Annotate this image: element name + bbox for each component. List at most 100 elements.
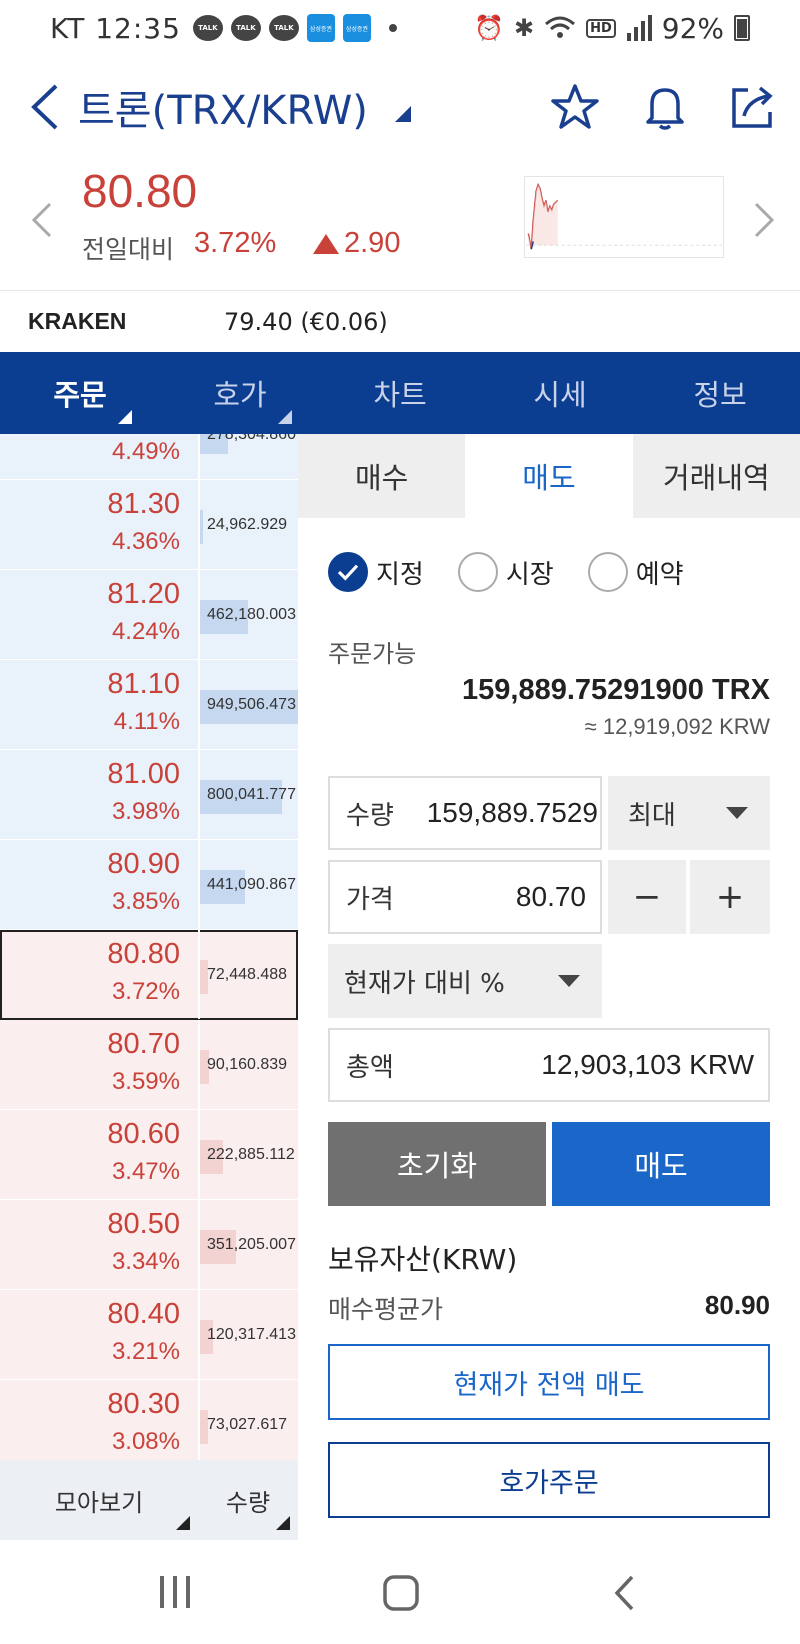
quantity-label: 수량 <box>346 800 394 831</box>
orderbook-quantity: 222,885.112 <box>207 1146 295 1163</box>
tab-sell[interactable]: 매도 <box>465 434 633 518</box>
available-trx: 159,889.75291900 TRX <box>462 674 770 706</box>
total-field[interactable]: 총액 12,903,103 KRW <box>328 1028 770 1102</box>
back-icon[interactable] <box>612 1574 638 1612</box>
order-type-label: 지정 <box>376 559 424 590</box>
orderbook-quantity: 72,448.488 <box>207 966 288 983</box>
orderbook-row[interactable]: 81.404.49%278,304.860 <box>0 434 298 480</box>
order-type-market[interactable]: 시장 <box>457 552 554 592</box>
orderbook-percent: 3.72% <box>111 978 180 1005</box>
orderbook-quantity: 441,090.867 <box>207 876 296 893</box>
max-label: 최대 <box>628 800 676 831</box>
percent-of-current-select[interactable]: 현재가 대비 % <box>328 944 602 1018</box>
orderbook-order-button[interactable]: 호가주문 <box>328 1442 770 1518</box>
orderbook-percent: 3.98% <box>111 798 180 825</box>
quantity-field[interactable]: 수량 159,889.7529 <box>328 776 602 850</box>
orderbook-list[interactable]: 81.404.49%278,304.86081.304.36%24,962.92… <box>0 434 298 1460</box>
tab-chart[interactable]: 차트 <box>320 352 480 434</box>
sell-button[interactable]: 매도 <box>552 1122 770 1206</box>
current-price: 80.80 <box>82 165 198 217</box>
bell-icon[interactable] <box>640 82 690 132</box>
price-increase-button[interactable]: + <box>690 860 770 934</box>
favorite-star-icon[interactable] <box>550 82 600 132</box>
tab-order[interactable]: 주문 <box>0 352 160 434</box>
orderbook-percent: 4.49% <box>111 438 180 465</box>
wifi-icon <box>545 16 576 38</box>
max-dropdown[interactable]: 최대 <box>608 776 770 850</box>
bluetooth-icon: ✱ <box>513 14 535 42</box>
back-arrow-icon[interactable] <box>26 82 66 132</box>
chevron-down-icon <box>558 975 580 987</box>
available-label: 주문가능 <box>328 640 417 668</box>
order-type-group: 지정 시장 예약 <box>328 552 718 592</box>
orderbook-row[interactable]: 81.20 4.24% 462,180.003 <box>0 570 298 660</box>
group-view-label: 모아보기 <box>54 1488 144 1517</box>
group-view-button[interactable]: 모아보기 <box>0 1460 198 1540</box>
order-type-limit[interactable]: 지정 <box>328 552 424 592</box>
tab-quotes[interactable]: 시세 <box>480 352 640 434</box>
orderbook-row[interactable]: 80.40 3.21% 120,317.413 <box>0 1290 298 1380</box>
orderbook-row[interactable]: 81.10 4.11% 949,506.473 <box>0 660 298 750</box>
tab-history[interactable]: 거래내역 <box>632 434 800 518</box>
total-label: 총액 <box>346 1052 394 1083</box>
orderbook-percent: 4.36% <box>111 528 180 555</box>
orderbook-quantity: 278,304.860 <box>207 434 296 443</box>
status-bar: KT 12:35 TALK TALK TALK 삼성증권 삼성증권 ⏰ ✱ HD… <box>0 0 800 56</box>
orderbook-volume-bar <box>200 510 203 544</box>
prev-coin-chevron-icon[interactable] <box>30 200 54 240</box>
orderbook-percent: 4.24% <box>111 618 180 645</box>
system-navigation-bar <box>0 1540 800 1644</box>
orderbook-price: 80.60 <box>107 1118 180 1150</box>
orderbook-percent: 3.59% <box>111 1068 180 1095</box>
orderbook-price: 80.70 <box>107 1028 180 1060</box>
tab-label: 주문 <box>53 378 107 412</box>
orderbook-footer: 모아보기 수량 <box>0 1460 298 1540</box>
orderbook-row[interactable]: 80.70 3.59% 90,160.839 <box>0 1020 298 1110</box>
coin-selector-caret-icon[interactable] <box>395 106 411 122</box>
orderbook-row[interactable]: 81.00 3.98% 800,041.777 <box>0 750 298 840</box>
mini-price-chart[interactable] <box>524 176 724 258</box>
change-label: 전일대비 <box>82 235 175 264</box>
orderbook-row[interactable]: 80.30 3.08% 73,027.617 <box>0 1380 298 1460</box>
orderbook-row-current[interactable]: 80.80 3.72% 72,448.488 <box>0 930 298 1020</box>
orderbook-row[interactable]: 80.60 3.47% 222,885.112 <box>0 1110 298 1200</box>
price-decrease-button[interactable]: − <box>608 860 686 934</box>
tab-corner-icon <box>118 410 132 424</box>
total-value: 12,903,103 KRW <box>541 1049 754 1080</box>
reset-button[interactable]: 초기화 <box>328 1122 546 1206</box>
holdings-title: 보유자산(KRW) <box>328 1243 518 1276</box>
order-subtabs: 매수 매도 거래내역 <box>298 434 800 518</box>
sell-all-at-market-button[interactable]: 현재가 전액 매도 <box>328 1344 770 1420</box>
tab-buy[interactable]: 매수 <box>298 434 466 518</box>
orderbook-quantity: 351,205.007 <box>207 1236 296 1253</box>
price-value: 80.70 <box>515 881 586 912</box>
exchange-reference-row: KRAKEN 79.40 (€0.06) <box>0 290 800 352</box>
tab-corner-icon <box>278 410 292 424</box>
price-field[interactable]: 가격 80.70 <box>328 860 602 934</box>
orderbook-row[interactable]: 80.90 3.85% 441,090.867 <box>0 840 298 930</box>
orderbook-price: 80.30 <box>107 1388 180 1420</box>
tab-info[interactable]: 정보 <box>640 352 800 434</box>
orderbook-percent: 3.21% <box>111 1338 180 1365</box>
orderbook-row[interactable]: 80.50 3.34% 351,205.007 <box>0 1200 298 1290</box>
quantity-toggle-button[interactable]: 수량 <box>198 1460 298 1540</box>
recent-apps-icon[interactable] <box>158 1574 192 1610</box>
order-type-reserve[interactable]: 예약 <box>587 552 684 592</box>
price-summary: 80.80 전일대비 3.72% 2.90 <box>0 160 800 290</box>
coin-title[interactable]: 트론(TRX/KRW) <box>78 78 368 136</box>
order-panel: 매수 매도 거래내역 지정 시장 예약 주문가능 159,889.7529190… <box>298 434 800 1540</box>
corner-menu-icon <box>276 1516 290 1530</box>
home-icon[interactable] <box>382 1574 420 1612</box>
next-coin-chevron-icon[interactable] <box>752 200 776 240</box>
share-icon[interactable] <box>728 82 778 132</box>
change-amount: 2.90 <box>344 227 401 259</box>
orderbook-price: 81.10 <box>107 668 180 700</box>
tab-orderbook[interactable]: 호가 <box>160 352 320 434</box>
orderbook-quantity: 462,180.003 <box>207 606 296 623</box>
radio-circle-icon <box>457 552 498 592</box>
corner-menu-icon <box>176 1516 190 1530</box>
orderbook-percent: 3.34% <box>111 1248 180 1275</box>
battery-icon <box>734 15 750 41</box>
orderbook-price: 80.90 <box>107 848 180 880</box>
orderbook-row[interactable]: 81.30 4.36% 24,962.929 <box>0 480 298 570</box>
